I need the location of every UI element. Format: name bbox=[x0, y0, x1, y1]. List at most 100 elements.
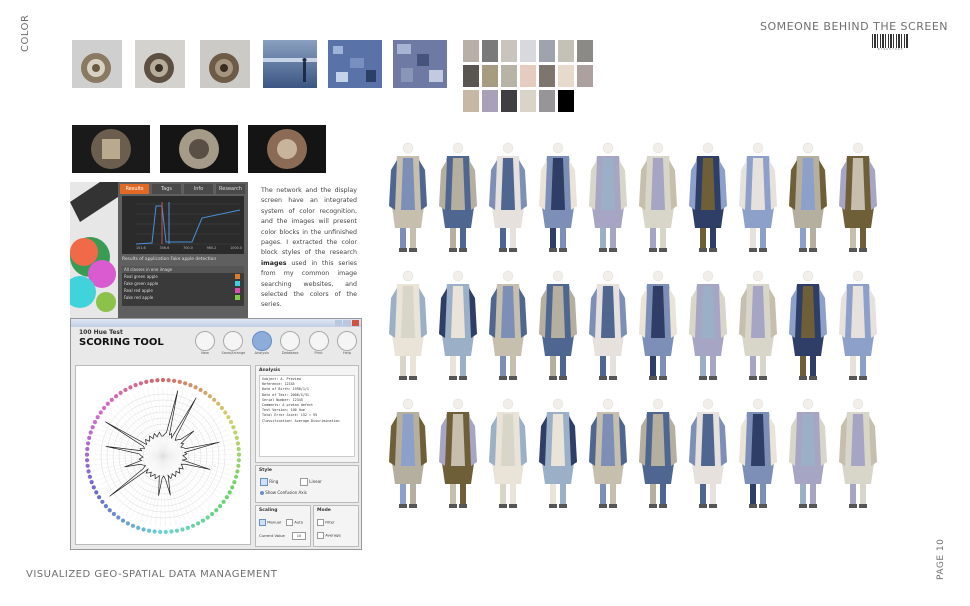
print-icon bbox=[308, 331, 329, 351]
hue-cap bbox=[180, 527, 185, 532]
scaling-manual-option[interactable]: Manual bbox=[259, 519, 281, 526]
detection-app-window: Results Tags Info Research 101.6 356.6 7… bbox=[70, 182, 248, 334]
garment-figure bbox=[589, 270, 627, 380]
hue-cap bbox=[196, 521, 201, 526]
brand-title: SOMEONE BEHIND THE SCREEN bbox=[760, 20, 948, 33]
database-icon bbox=[280, 331, 301, 351]
garment-figure bbox=[589, 142, 627, 252]
ring-spoke bbox=[119, 400, 164, 457]
garment-figure bbox=[589, 398, 627, 508]
hue-cap bbox=[155, 378, 160, 383]
color-swatch bbox=[558, 40, 574, 62]
radio-icon bbox=[260, 478, 268, 486]
color-swatch bbox=[482, 40, 498, 62]
hue-cap bbox=[166, 378, 171, 383]
minimize-button[interactable] bbox=[335, 320, 343, 326]
thumbnail-lens-3 bbox=[200, 40, 250, 88]
scaling-heading: Scaling bbox=[259, 508, 278, 513]
hue-cap bbox=[130, 523, 136, 528]
hue-cap bbox=[233, 430, 238, 435]
toolbar-analysis[interactable]: Analysis bbox=[250, 331, 274, 361]
toolbar-print[interactable]: Print bbox=[307, 331, 331, 361]
results-title: Results of application Fake apple detect… bbox=[122, 257, 217, 262]
hue-cap bbox=[149, 378, 154, 383]
hue-cap bbox=[172, 378, 177, 383]
color-swatch bbox=[558, 90, 574, 112]
color-swatch bbox=[463, 90, 479, 112]
toolbar-save[interactable]: Save/Arrange bbox=[221, 331, 245, 361]
radio-icon bbox=[300, 478, 308, 486]
hue-cap bbox=[85, 458, 90, 463]
tick-label: 356.6 bbox=[159, 246, 170, 250]
hue-cap bbox=[128, 385, 133, 390]
current-value-input[interactable]: 10 bbox=[292, 532, 306, 540]
scaling-auto-option[interactable]: Auto bbox=[286, 519, 303, 526]
color-swatch bbox=[501, 90, 517, 112]
hue-cap bbox=[198, 387, 203, 393]
garment-figure bbox=[489, 142, 527, 252]
hue-cap bbox=[193, 385, 198, 390]
hue-cap bbox=[138, 381, 143, 386]
hue-cap bbox=[212, 397, 217, 402]
hue-cap bbox=[190, 523, 196, 528]
hue-cap bbox=[136, 525, 141, 530]
analysis-text: Subject: A. Preview Reference: 12345 Dat… bbox=[259, 375, 355, 457]
tick-label: 965.2 bbox=[206, 246, 217, 250]
list-item[interactable]: Fake red apple bbox=[122, 294, 244, 301]
list-item[interactable]: All classes in one image bbox=[122, 266, 244, 273]
hue-cap bbox=[235, 469, 240, 474]
garment-figure bbox=[489, 398, 527, 508]
garment-figure bbox=[789, 142, 827, 252]
toolbar-help[interactable]: Help bbox=[335, 331, 359, 361]
mode-average-option[interactable]: Average bbox=[317, 532, 341, 539]
color-swatch bbox=[501, 65, 517, 87]
style-linear-option[interactable]: Linear bbox=[300, 478, 322, 486]
hue-cap bbox=[101, 405, 107, 411]
garment-figure bbox=[539, 142, 577, 252]
list-item[interactable]: Real green apple bbox=[122, 273, 244, 280]
ring-spoke bbox=[144, 455, 164, 524]
hue-cap bbox=[209, 511, 215, 517]
color-swatch bbox=[463, 40, 479, 62]
garment-figure bbox=[839, 142, 877, 252]
hue-cap bbox=[219, 405, 225, 411]
chart-axis-ticks: 101.6 356.6 700.0 965.2 1000.0 bbox=[136, 246, 242, 252]
close-window-button[interactable] bbox=[351, 320, 359, 326]
tab-tags[interactable]: Tags bbox=[152, 184, 181, 194]
style-ring-option[interactable]: Ring bbox=[260, 478, 278, 486]
hue-cap bbox=[231, 425, 236, 430]
tab-info[interactable]: Info bbox=[184, 184, 213, 194]
garment-figure bbox=[739, 398, 777, 508]
maximize-button[interactable] bbox=[343, 320, 351, 326]
hue-cap bbox=[223, 410, 228, 415]
footer-title: VISUALIZED GEO-SPATIAL DATA MANAGEMENT bbox=[26, 569, 278, 580]
scoring-tool-window: 100 Hue Test SCORING TOOL New Save/Arran… bbox=[70, 318, 362, 550]
garment-figure bbox=[689, 398, 727, 508]
hue-cap bbox=[87, 474, 93, 479]
mode-panel: Mode Filter Average bbox=[313, 505, 359, 547]
toolbar-database[interactable]: Database bbox=[278, 331, 302, 361]
scaling-panel: Scaling Manual Auto Current Value 10 bbox=[255, 505, 311, 547]
hue-cap bbox=[158, 529, 163, 535]
color-swatch bbox=[520, 65, 536, 87]
hue-cap bbox=[216, 401, 221, 406]
garment-figure-grid bbox=[385, 140, 895, 510]
hue-cap bbox=[86, 469, 91, 474]
mode-filter-option[interactable]: Filter bbox=[317, 519, 335, 526]
hue-cap bbox=[207, 394, 213, 399]
list-item[interactable]: Real red apple bbox=[122, 287, 244, 294]
hue-cap bbox=[95, 415, 100, 420]
style-panel: Style Ring Linear Show Confusion Axis bbox=[255, 465, 359, 503]
analysis-heading: Analysis bbox=[259, 368, 281, 373]
confusion-axis-checkbox[interactable]: Show Confusion Axis bbox=[260, 490, 307, 495]
list-item[interactable]: Fake green apple bbox=[122, 280, 244, 287]
tab-results[interactable]: Results bbox=[120, 184, 149, 194]
hue-cap bbox=[227, 490, 232, 495]
garment-figure bbox=[539, 398, 577, 508]
hue-cap bbox=[183, 381, 188, 386]
hue-cap bbox=[218, 504, 223, 509]
tab-research[interactable]: Research bbox=[216, 184, 245, 194]
color-swatch bbox=[520, 90, 536, 112]
toolbar-new[interactable]: New bbox=[193, 331, 217, 361]
garment-figure bbox=[639, 142, 677, 252]
